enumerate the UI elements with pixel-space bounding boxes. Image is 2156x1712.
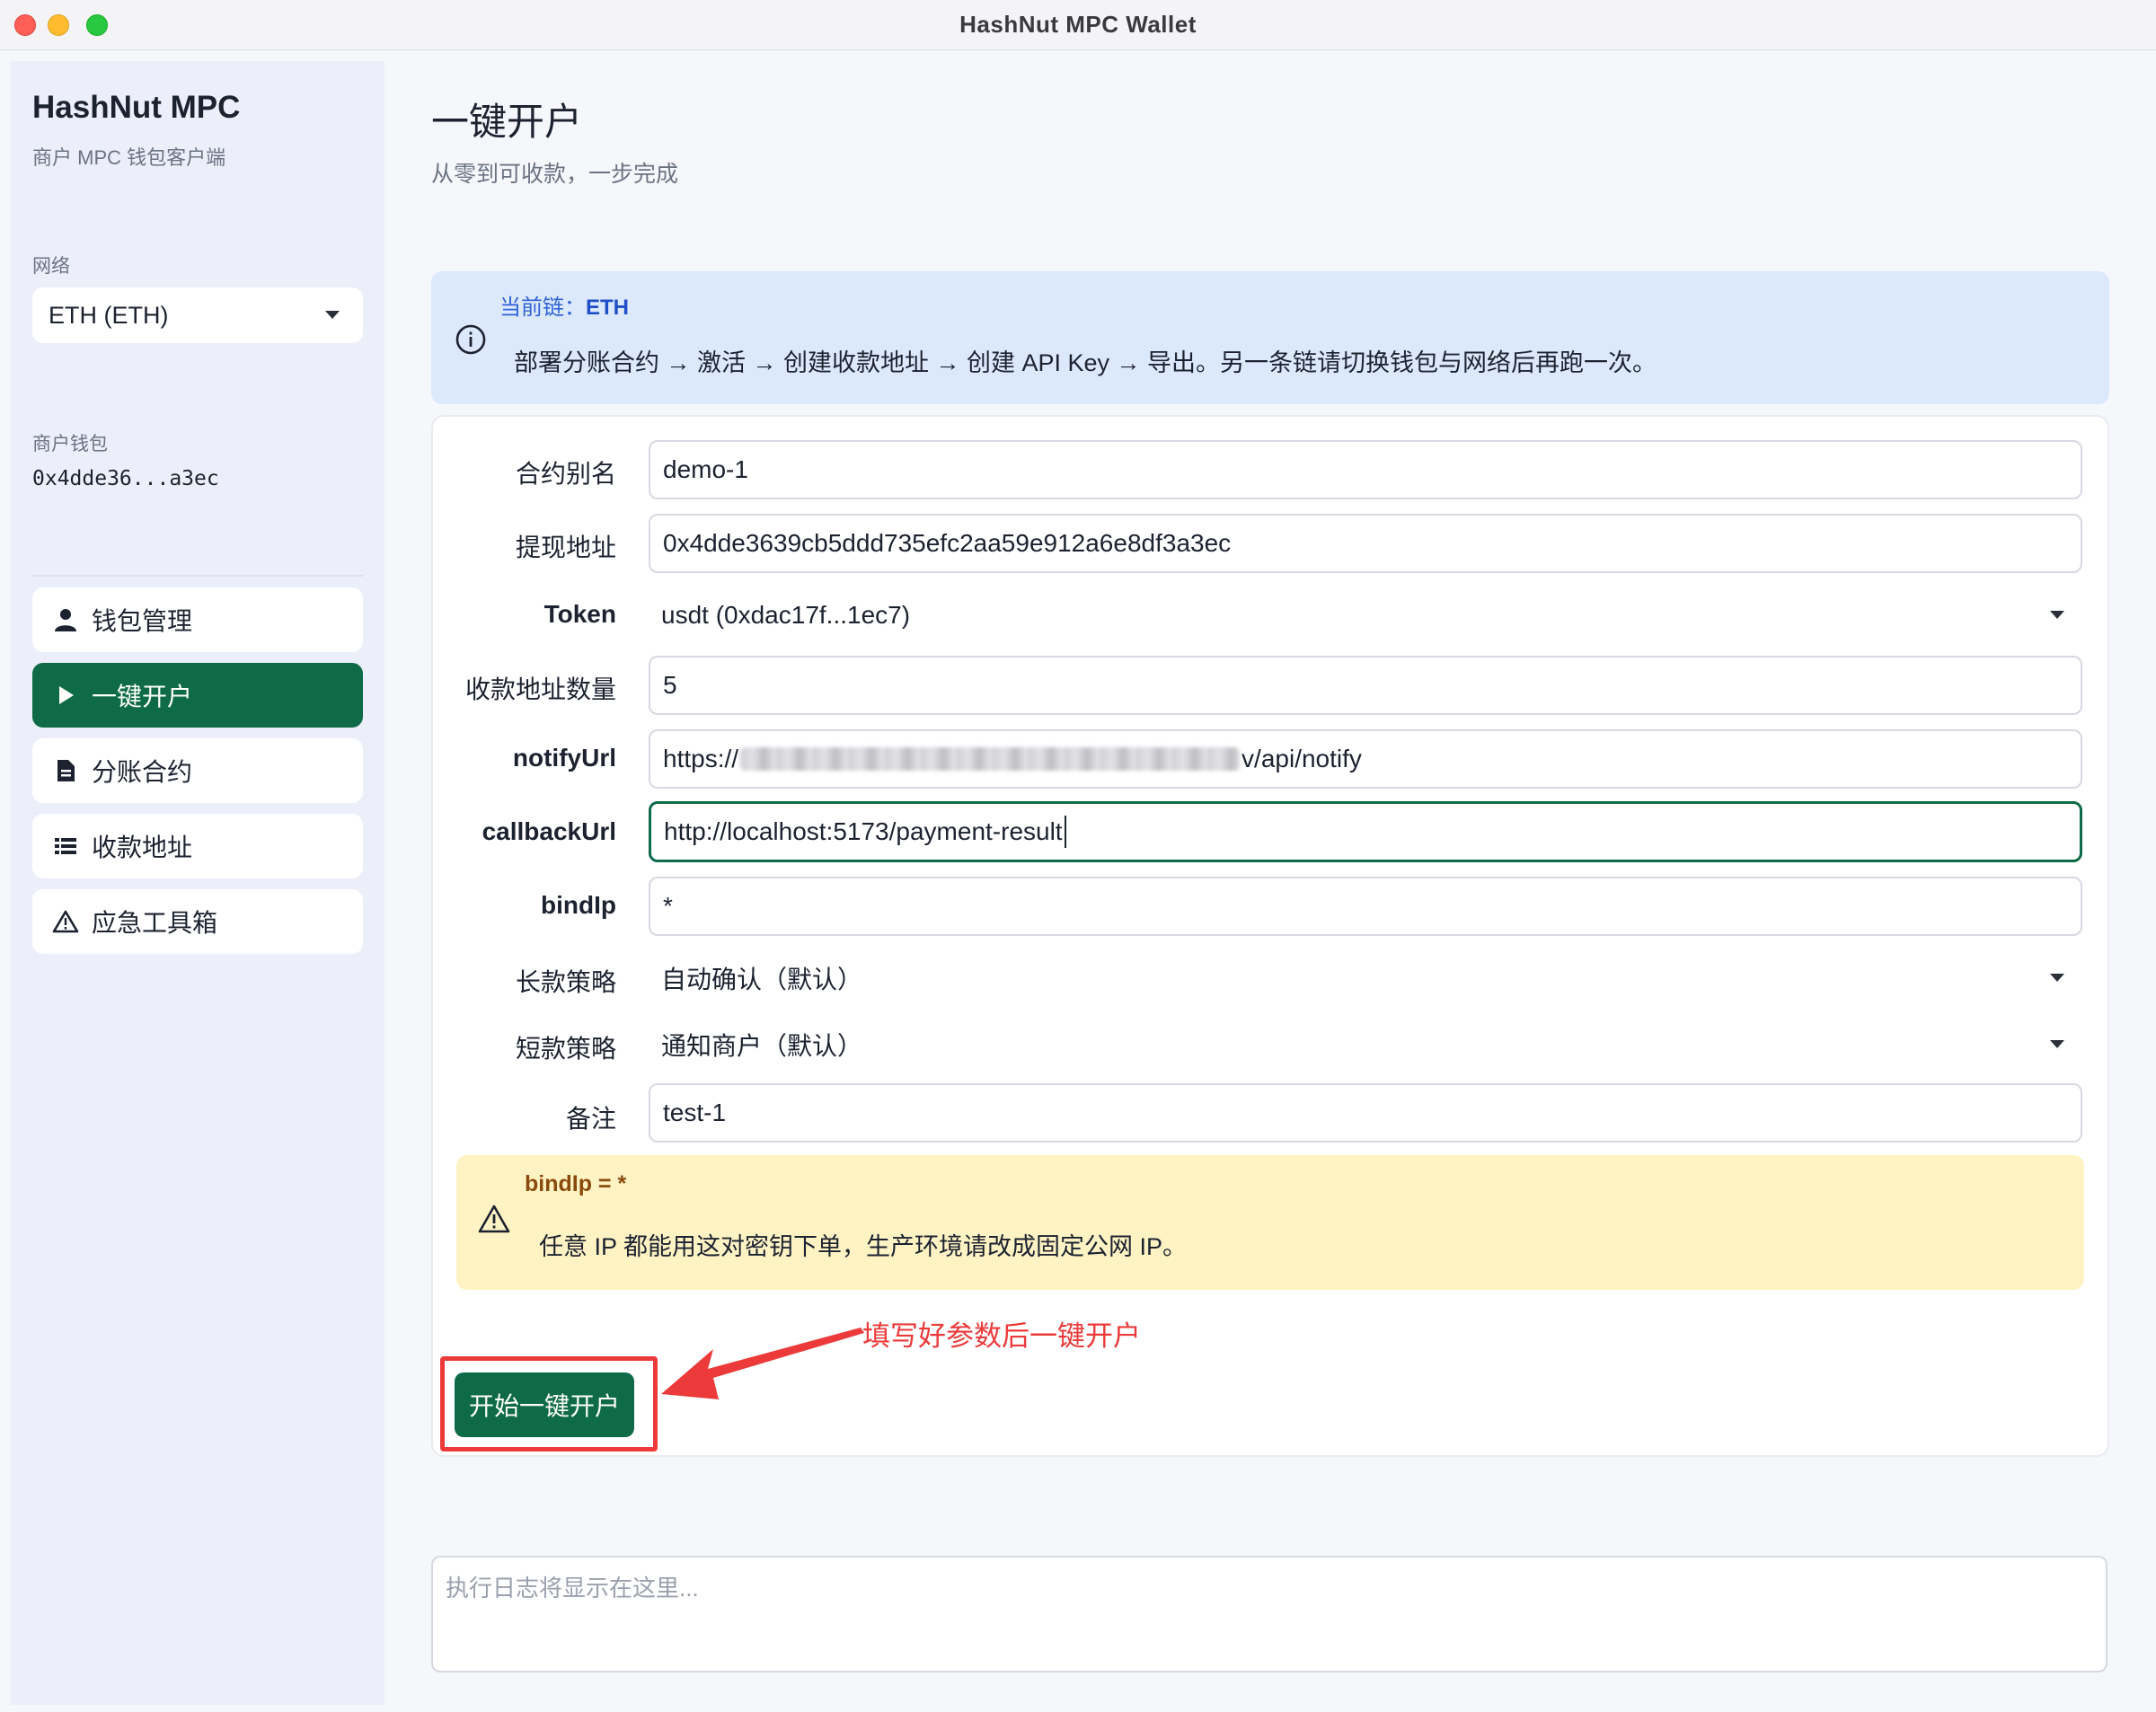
short-policy-value: 通知商户（默认） — [661, 1032, 863, 1060]
long-policy-select[interactable]: 自动确认（默认） — [649, 950, 2082, 1006]
notify-url-prefix: https:// — [663, 745, 739, 772]
network-select-value: ETH (ETH) — [49, 301, 169, 329]
remark-label: 备注 — [565, 1105, 616, 1133]
alias-input[interactable]: demo-1 — [649, 440, 2082, 499]
bind-ip-label: bindIp — [541, 891, 616, 919]
annotation-arrow-icon — [661, 1328, 864, 1399]
bind-ip-input[interactable]: * — [649, 877, 2082, 936]
user-icon — [52, 606, 79, 633]
short-policy-label: 短款策略 — [515, 1035, 616, 1063]
sidebar-item-wallet[interactable]: 钱包管理 — [32, 587, 363, 652]
remark-value: test-1 — [663, 1099, 727, 1126]
sidebar: HashNut MPC 商户 MPC 钱包客户端 网络 ETH (ETH) 商户… — [11, 61, 384, 1705]
text-cursor — [1064, 816, 1066, 848]
alias-label: 合约别名 — [515, 460, 616, 488]
current-chain: ETH — [586, 296, 629, 320]
redacted-blur — [740, 747, 1241, 771]
brand-subtitle: 商户 MPC 钱包客户端 — [32, 146, 226, 169]
sidebar-item-onboarding[interactable]: 一键开户 — [32, 663, 363, 728]
chevron-down-icon — [325, 311, 340, 319]
sidebar-item-label: 收款地址 — [92, 834, 193, 861]
warning-text: 任意 IP 都能用这对密钥下单，生产环境请改成固定公网 IP。 — [539, 1233, 1188, 1260]
chain-info-heading: 当前链：ETH — [499, 289, 629, 321]
sidebar-item-label: 应急工具箱 — [92, 909, 218, 937]
address-count-value: 5 — [663, 671, 677, 699]
document-icon — [52, 757, 79, 784]
page-subtitle: 从零到可收款，一步完成 — [431, 162, 679, 187]
chain-info-text: 部署分账合约 → 激活 → 创建收款地址 → 创建 API Key → 导出。另… — [514, 349, 1657, 376]
annotation-text: 填写好参数后一键开户 — [862, 1320, 1141, 1352]
bind-ip-warning: bindIp = * 任意 IP 都能用这对密钥下单，生产环境请改成固定公网 I… — [456, 1155, 2084, 1290]
network-select[interactable]: ETH (ETH) — [32, 287, 363, 343]
window-title: HashNut MPC Wallet — [959, 11, 1197, 38]
warning-heading: bindIp = * — [525, 1171, 627, 1196]
sidebar-item-label: 分账合约 — [92, 758, 193, 786]
chevron-down-icon — [2050, 1040, 2064, 1048]
execution-log[interactable]: 执行日志将显示在这里... — [431, 1556, 2107, 1672]
long-policy-label: 长款策略 — [515, 968, 616, 996]
list-icon — [52, 833, 79, 860]
warning-icon — [478, 1204, 510, 1239]
notify-url-suffix: v/api/notify — [1241, 745, 1362, 772]
start-onboarding-button[interactable]: 开始一键开户 — [455, 1372, 634, 1437]
page-title: 一键开户 — [431, 101, 583, 143]
chevron-down-icon — [2050, 974, 2064, 982]
chain-info-prefix: 当前链： — [499, 296, 586, 320]
wallet-label: 商户钱包 — [32, 434, 108, 454]
callback-url-input[interactable]: http://localhost:5173/payment-result — [649, 801, 2082, 862]
short-policy-select[interactable]: 通知商户（默认） — [649, 1017, 2082, 1072]
notify-url-input[interactable]: https:// v/api/notify — [649, 729, 2082, 789]
sidebar-divider — [32, 575, 363, 577]
info-icon — [455, 323, 487, 360]
warning-icon — [52, 908, 79, 935]
wallet-address: 0x4dde36...a3ec — [32, 467, 219, 490]
token-select-value: usdt (0xdac17f...1ec7) — [661, 601, 911, 629]
notify-url-label: notifyUrl — [512, 744, 616, 772]
token-label: Token — [543, 600, 616, 628]
play-icon — [52, 682, 79, 709]
withdraw-address-input[interactable]: 0x4dde3639cb5ddd735efc2aa59e912a6e8df3a3… — [649, 514, 2082, 573]
onboarding-form: 合约别名 demo-1 提现地址 0x4dde3639cb5ddd735efc2… — [431, 415, 2109, 1457]
remark-input[interactable]: test-1 — [649, 1083, 2082, 1143]
callback-url-value: http://localhost:5173/payment-result — [664, 817, 1063, 845]
title-bar: HashNut MPC Wallet — [0, 0, 2156, 50]
alias-value: demo-1 — [663, 455, 748, 483]
chain-info-box: 当前链：ETH 部署分账合约 → 激活 → 创建收款地址 → 创建 API Ke… — [431, 271, 2109, 404]
withdraw-address-value: 0x4dde3639cb5ddd735efc2aa59e912a6e8df3a3… — [663, 529, 1232, 557]
network-label: 网络 — [32, 256, 70, 277]
withdraw-address-label: 提现地址 — [515, 534, 616, 561]
bind-ip-value: * — [663, 892, 673, 920]
chevron-down-icon — [2050, 611, 2064, 619]
sidebar-item-emergency[interactable]: 应急工具箱 — [32, 889, 363, 954]
long-policy-value: 自动确认（默认） — [661, 966, 863, 993]
address-count-label: 收款地址数量 — [464, 675, 616, 703]
brand-title: HashNut MPC — [32, 90, 241, 125]
callback-url-label: callbackUrl — [482, 817, 616, 845]
sidebar-item-label: 钱包管理 — [92, 607, 193, 635]
sidebar-item-addresses[interactable]: 收款地址 — [32, 814, 363, 878]
sidebar-item-label: 一键开户 — [92, 683, 193, 710]
address-count-input[interactable]: 5 — [649, 656, 2082, 715]
sidebar-item-contracts[interactable]: 分账合约 — [32, 738, 363, 803]
app-window: HashNut MPC Wallet HashNut MPC 商户 MPC 钱包… — [0, 0, 2156, 1712]
token-select[interactable]: usdt (0xdac17f...1ec7) — [649, 587, 2082, 643]
